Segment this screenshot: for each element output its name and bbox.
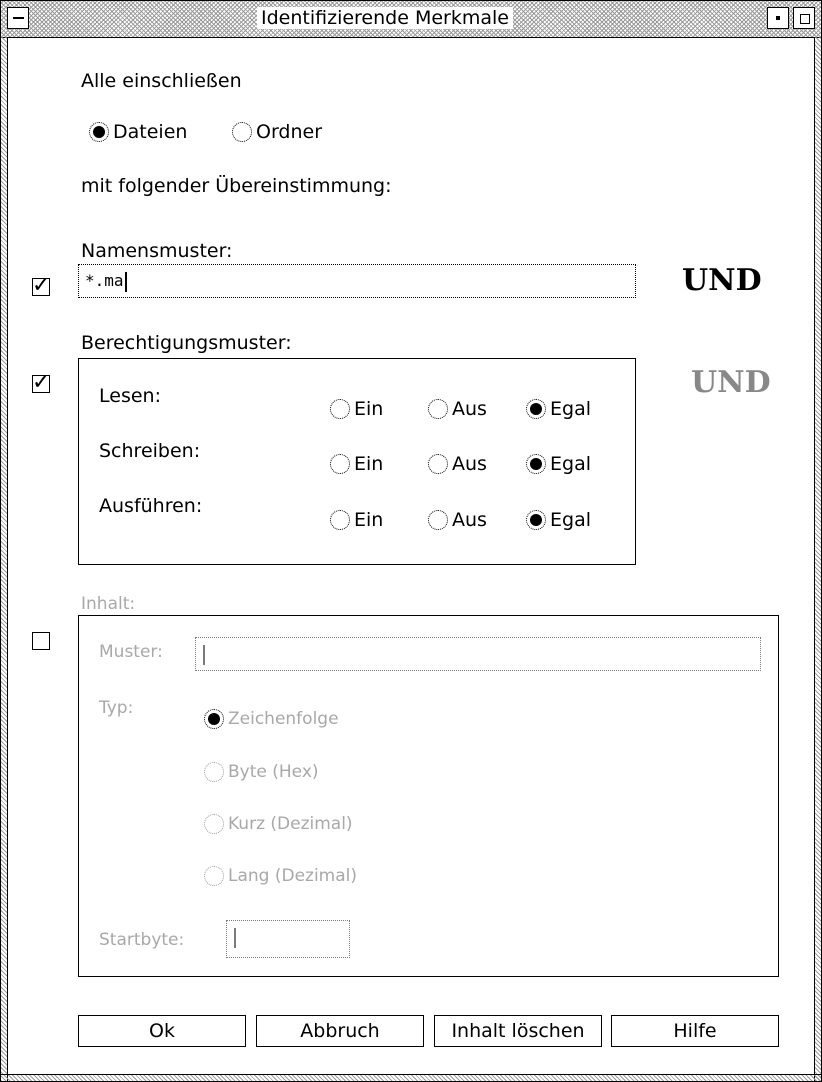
radio-icon <box>428 399 448 419</box>
radio-label: Byte (Hex) <box>228 762 319 782</box>
start-byte-input[interactable] <box>226 920 350 958</box>
radio-files-label: Dateien <box>113 121 188 143</box>
window-frame-left <box>1 37 8 1081</box>
radio-icon <box>526 510 546 530</box>
text-cursor-icon <box>124 271 127 292</box>
radio-label: Aus <box>452 453 487 475</box>
radio-files-icon <box>89 122 109 142</box>
start-byte-label: Startbyte: <box>99 930 185 950</box>
radio-icon <box>204 762 224 782</box>
perm-exec-off[interactable]: Aus <box>428 508 487 532</box>
permissions-label: Berechtigungsmuster: <box>81 332 292 354</box>
text-cursor-icon <box>203 644 205 665</box>
radio-icon <box>204 866 224 886</box>
radio-icon <box>330 510 350 530</box>
perm-read-label: Lesen: <box>99 385 161 407</box>
type-short-dec[interactable]: Kurz (Dezimal) <box>204 812 353 836</box>
permissions-checkbox[interactable]: ✓ <box>32 370 51 395</box>
content-pattern-input[interactable] <box>195 637 761 671</box>
name-pattern-input[interactable]: *.ma <box>78 264 636 298</box>
name-pattern-value: *.ma <box>85 271 124 290</box>
text-cursor-icon <box>234 927 236 948</box>
radio-icon <box>526 454 546 474</box>
content-checkbox[interactable] <box>32 632 50 650</box>
radio-icon <box>526 399 546 419</box>
name-pattern-checkbox[interactable]: ✓ <box>32 273 51 298</box>
perm-write-off[interactable]: Aus <box>428 452 487 476</box>
include-heading: Alle einschließen <box>81 70 242 92</box>
clear-content-button[interactable]: Inhalt löschen <box>434 1015 602 1047</box>
match-label: mit folgender Übereinstimmung: <box>81 175 392 197</box>
window-menu-icon[interactable] <box>7 7 29 29</box>
title-bar[interactable]: Identifizierende Merkmale <box>1 1 821 38</box>
radio-folders[interactable]: Ordner <box>232 120 322 144</box>
and-connector-1: UND <box>682 263 762 298</box>
radio-label: Egal <box>550 453 591 475</box>
radio-label: Egal <box>550 398 591 420</box>
radio-folders-icon <box>232 122 252 142</box>
maximize-icon[interactable] <box>793 7 815 29</box>
name-pattern-label: Namensmuster: <box>81 240 233 262</box>
content-panel: Muster: Typ: Zeichenfolge Byte (Hex) Kur… <box>78 615 779 977</box>
checkmark-icon: ✓ <box>32 273 51 298</box>
radio-icon <box>204 709 224 729</box>
radio-folders-label: Ordner <box>256 121 323 143</box>
window-title: Identifizierende Merkmale <box>257 7 513 29</box>
cancel-button[interactable]: Abbruch <box>256 1015 424 1047</box>
radio-label: Zeichenfolge <box>228 709 339 729</box>
perm-exec-label: Ausführen: <box>99 495 203 517</box>
radio-label: Ein <box>354 509 384 531</box>
and-connector-2: UND <box>691 365 771 400</box>
perm-exec-on[interactable]: Ein <box>330 508 383 532</box>
radio-icon <box>330 399 350 419</box>
perm-write-label: Schreiben: <box>99 440 201 462</box>
perm-exec-any[interactable]: Egal <box>526 508 591 532</box>
type-long-dec[interactable]: Lang (Dezimal) <box>204 864 357 888</box>
help-button[interactable]: Hilfe <box>611 1015 779 1047</box>
radio-label: Egal <box>550 509 591 531</box>
radio-icon <box>204 814 224 834</box>
ok-button[interactable]: Ok <box>78 1015 246 1047</box>
radio-files[interactable]: Dateien <box>89 120 187 144</box>
content-label: Inhalt: <box>81 594 136 614</box>
radio-icon <box>428 510 448 530</box>
content-type-label: Typ: <box>99 698 134 718</box>
perm-read-on[interactable]: Ein <box>330 397 383 421</box>
perm-read-off[interactable]: Aus <box>428 397 487 421</box>
radio-label: Kurz (Dezimal) <box>228 814 353 834</box>
minimize-icon[interactable] <box>767 7 789 29</box>
perm-read-any[interactable]: Egal <box>526 397 591 421</box>
window-frame-bottom <box>1 1074 821 1081</box>
perm-write-any[interactable]: Egal <box>526 452 591 476</box>
content-pattern-label: Muster: <box>99 642 163 662</box>
dialog-window: Identifizierende Merkmale Alle einschlie… <box>0 0 822 1082</box>
type-string[interactable]: Zeichenfolge <box>204 707 339 731</box>
radio-label: Ein <box>354 398 384 420</box>
radio-label: Ein <box>354 453 384 475</box>
radio-label: Aus <box>452 398 487 420</box>
perm-write-on[interactable]: Ein <box>330 452 383 476</box>
radio-icon <box>428 454 448 474</box>
type-byte-hex[interactable]: Byte (Hex) <box>204 760 319 784</box>
radio-icon <box>330 454 350 474</box>
radio-label: Lang (Dezimal) <box>228 866 358 886</box>
checkmark-icon: ✓ <box>32 370 51 395</box>
radio-label: Aus <box>452 509 487 531</box>
window-frame-right <box>814 37 821 1081</box>
permissions-panel: Lesen: Ein Aus Egal Schreiben: Ein Aus E… <box>78 358 636 565</box>
